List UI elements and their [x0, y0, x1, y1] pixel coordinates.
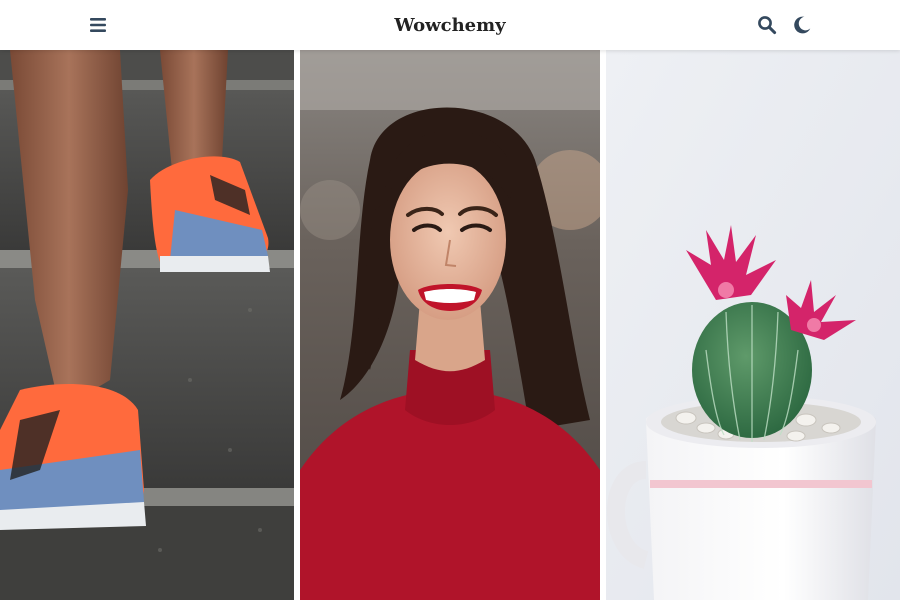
photo-smiling-woman[interactable]	[300, 50, 600, 600]
search-button[interactable]	[755, 13, 779, 37]
running-shoes-image	[0, 50, 294, 600]
hamburger-menu-icon	[90, 18, 106, 32]
photo-cactus-mug[interactable]	[606, 50, 900, 600]
photo-running-shoes[interactable]	[0, 50, 294, 600]
navbar: Wowchemy	[0, 0, 900, 50]
photo-gallery	[0, 50, 900, 600]
moon-icon	[794, 16, 811, 34]
theme-toggle-button[interactable]	[790, 13, 814, 37]
smiling-woman-image	[300, 50, 600, 600]
search-icon	[758, 16, 777, 35]
menu-button[interactable]	[86, 13, 110, 37]
cactus-mug-image	[606, 50, 900, 600]
site-title[interactable]: Wowchemy	[394, 15, 505, 36]
